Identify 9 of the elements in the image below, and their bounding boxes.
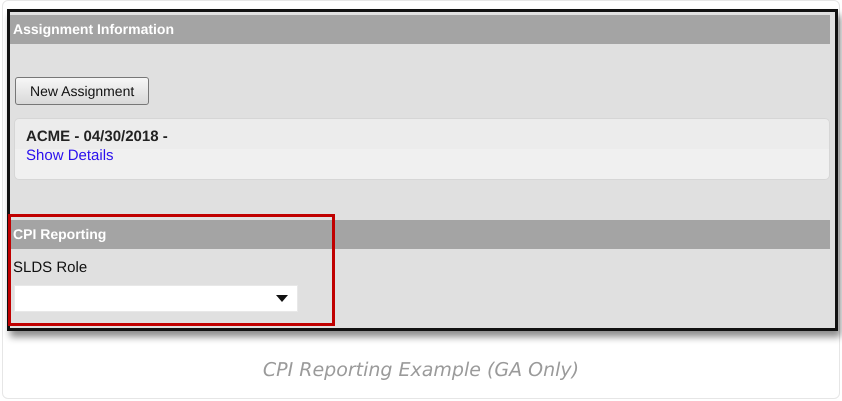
section-header: Assignment Information bbox=[10, 15, 830, 44]
assignment-summary: ACME - 04/30/2018 - bbox=[26, 127, 169, 146]
show-details-link[interactable]: Show Details bbox=[26, 146, 114, 165]
role-dropdown[interactable] bbox=[14, 285, 298, 312]
caret-icon bbox=[276, 295, 288, 302]
new-assignment-button[interactable]: New Assignment bbox=[15, 77, 150, 105]
section-header: CPI Reporting bbox=[10, 220, 830, 249]
field-label: SLDS Role bbox=[13, 259, 88, 277]
figure-caption: CPI Reporting Example (GA Only) bbox=[262, 359, 580, 381]
